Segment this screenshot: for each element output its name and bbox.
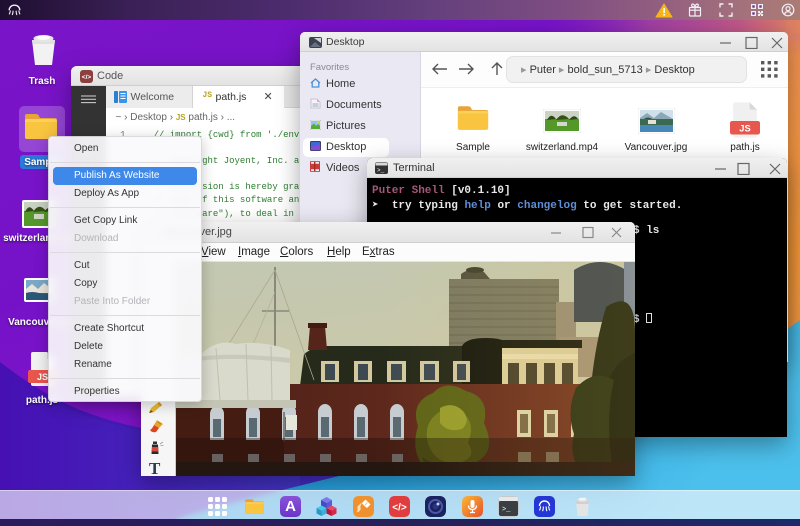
svg-text:JS: JS — [37, 372, 48, 382]
svg-text:</>: </> — [82, 74, 92, 81]
svg-text:>_: >_ — [377, 167, 385, 174]
svg-text:>_: >_ — [502, 506, 511, 514]
svg-text:JS: JS — [739, 123, 750, 133]
svg-text:</>: </> — [392, 503, 407, 514]
